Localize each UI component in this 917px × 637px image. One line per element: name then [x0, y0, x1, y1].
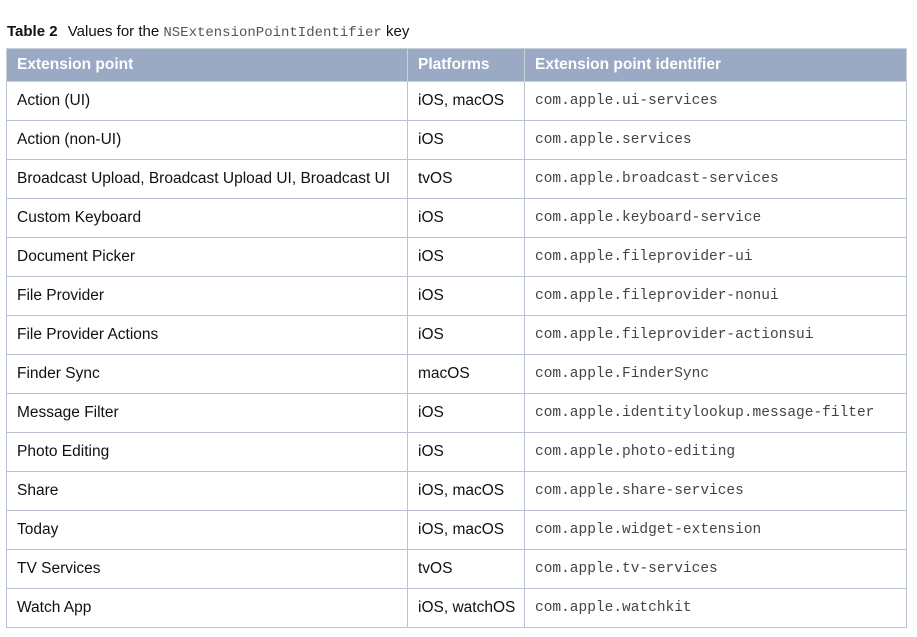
document-page: Table 2 Values for the NSExtensionPointI…: [0, 0, 917, 637]
table-body: Action (UI) iOS, macOS com.apple.ui-servic…: [6, 81, 907, 628]
platforms-cell: iOS: [407, 237, 525, 277]
extension-point-cell: Message Filter: [6, 393, 408, 433]
table-row: Finder Sync macOS com.apple.FinderSync: [6, 354, 907, 394]
platforms-cell: tvOS: [407, 159, 525, 199]
table-row: File Provider Actions iOS com.apple.filepr…: [6, 315, 907, 355]
identifier-cell: com.apple.fileprovider-nonui: [524, 276, 907, 316]
platforms-cell: iOS, watchOS: [407, 588, 525, 628]
extension-point-cell: Share: [6, 471, 408, 511]
table-row: Share iOS, macOS com.apple.share-services: [6, 471, 907, 511]
table-row: Action (non-UI) iOS com.apple.services: [6, 120, 907, 160]
extension-point-cell: Finder Sync: [6, 354, 408, 394]
platforms-cell: iOS: [407, 198, 525, 238]
table-row: TV Services tvOS com.apple.tv-services: [6, 549, 907, 589]
identifier-cell: com.apple.services: [524, 120, 907, 160]
platforms-cell: iOS: [407, 276, 525, 316]
extension-point-cell: Today: [6, 510, 408, 550]
caption-text-before: Values for the: [67, 23, 160, 40]
platforms-cell: iOS, macOS: [407, 471, 525, 511]
extension-point-cell: File Provider Actions: [6, 315, 408, 355]
platforms-cell: iOS, macOS: [407, 510, 525, 550]
caption-text-after: key: [385, 23, 410, 40]
platforms-cell: tvOS: [407, 549, 525, 589]
platforms-cell: iOS: [407, 315, 525, 355]
table-row: Broadcast Upload, Broadcast Upload UI, B…: [6, 159, 907, 199]
extension-point-cell: Action (non-UI): [6, 120, 408, 160]
table-row: Photo Editing iOS com.apple.photo-editing: [6, 432, 907, 472]
table-number: Table 2: [7, 23, 58, 40]
identifier-cell: com.apple.widget-extension: [524, 510, 907, 550]
column-header-identifier: Extension point identifier: [524, 48, 907, 82]
platforms-cell: macOS: [407, 354, 525, 394]
table-caption: Table 2 Values for the NSExtensionPointI…: [7, 21, 409, 43]
extension-point-cell: Action (UI): [6, 81, 408, 121]
extension-point-cell: Document Picker: [6, 237, 408, 277]
table-row: Document Picker iOS com.apple.fileprovider…: [6, 237, 907, 277]
column-header-extension-point: Extension point: [6, 48, 408, 82]
identifier-cell: com.apple.fileprovider-ui: [524, 237, 907, 277]
platforms-cell: iOS: [407, 120, 525, 160]
platforms-cell: iOS, macOS: [407, 81, 525, 121]
identifier-cell: com.apple.tv-services: [524, 549, 907, 589]
identifier-cell: com.apple.photo-editing: [524, 432, 907, 472]
table-row: Message Filter iOS com.apple.identitylooku…: [6, 393, 907, 433]
extension-point-cell: TV Services: [6, 549, 408, 589]
extension-point-cell: Photo Editing: [6, 432, 408, 472]
extension-point-cell: Broadcast Upload, Broadcast Upload UI, B…: [6, 159, 408, 199]
extension-point-cell: File Provider: [6, 276, 408, 316]
extension-point-table: Extension point Platforms Extension poin…: [6, 48, 907, 628]
table-row: Custom Keyboard iOS com.apple.keyboard-ser…: [6, 198, 907, 238]
platforms-cell: iOS: [407, 432, 525, 472]
identifier-cell: com.apple.fileprovider-actionsui: [524, 315, 907, 355]
identifier-cell: com.apple.keyboard-service: [524, 198, 907, 238]
identifier-cell: com.apple.share-services: [524, 471, 907, 511]
identifier-cell: com.apple.identitylookup.message-filter: [524, 393, 907, 433]
table-row: Today iOS, macOS com.apple.widget-extensio…: [6, 510, 907, 550]
table-header-row: Extension point Platforms Extension poin…: [6, 48, 907, 82]
identifier-cell: com.apple.ui-services: [524, 81, 907, 121]
table-row: Watch App iOS, watchOS com.apple.watchkit: [6, 588, 907, 628]
identifier-cell: com.apple.watchkit: [524, 588, 907, 628]
caption-code: NSExtensionPointIdentifier: [163, 25, 382, 41]
extension-point-cell: Watch App: [6, 588, 408, 628]
identifier-cell: com.apple.FinderSync: [524, 354, 907, 394]
platforms-cell: iOS: [407, 393, 525, 433]
column-header-platforms: Platforms: [407, 48, 525, 82]
table-row: File Provider iOS com.apple.fileprovider-n…: [6, 276, 907, 316]
table-row: Action (UI) iOS, macOS com.apple.ui-servic…: [6, 81, 907, 121]
identifier-cell: com.apple.broadcast-services: [524, 159, 907, 199]
extension-point-cell: Custom Keyboard: [6, 198, 408, 238]
